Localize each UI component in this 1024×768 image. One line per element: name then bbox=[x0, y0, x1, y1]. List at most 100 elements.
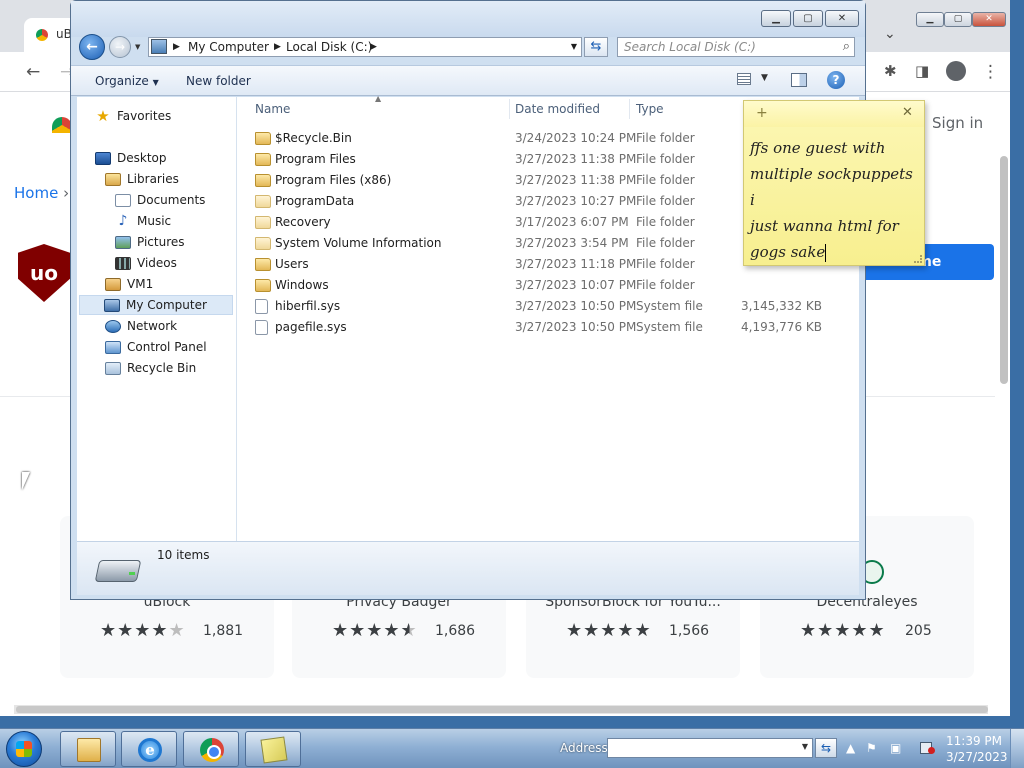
back-arrow-icon[interactable]: ← bbox=[26, 62, 40, 82]
help-icon[interactable]: ? bbox=[827, 71, 845, 89]
column-header-date-modified[interactable]: Date modified bbox=[515, 97, 627, 121]
column-divider[interactable] bbox=[509, 99, 510, 119]
taskbar-address-input[interactable]: ▼ bbox=[607, 738, 813, 758]
chrome-web-store-logo-icon[interactable] bbox=[52, 117, 72, 133]
chevron-down-icon[interactable]: ▼ bbox=[802, 742, 808, 751]
show-desktop-button[interactable] bbox=[1010, 729, 1024, 768]
nav-item-label[interactable]: Favorites bbox=[117, 109, 171, 123]
address-segment-root[interactable]: My Computer bbox=[188, 38, 269, 56]
clock-time[interactable]: 11:39 PM bbox=[946, 734, 1002, 748]
side-panel-icon[interactable]: ◨ bbox=[915, 62, 929, 80]
taskbar-chrome-button[interactable] bbox=[183, 731, 239, 767]
nav-item-label[interactable]: VM1 bbox=[127, 277, 153, 291]
file-row[interactable]: Windows 3/27/2023 10:07 PM File folder bbox=[247, 275, 833, 296]
nav-item-pictures[interactable]: Pictures bbox=[115, 233, 185, 253]
taskbar-explorer-button[interactable] bbox=[60, 731, 116, 767]
show-hidden-icons-chevron-icon[interactable]: ▲ bbox=[846, 741, 855, 755]
file-name[interactable]: Program Files (x86) bbox=[275, 170, 391, 191]
taskbar-sticky-notes-button[interactable] bbox=[245, 731, 301, 767]
sticky-note[interactable]: + ✕ ffs one guest with multiple sockpupp… bbox=[743, 100, 925, 266]
nav-item-network[interactable]: Network bbox=[105, 317, 177, 337]
breadcrumb-arrow-icon[interactable]: ▶ bbox=[274, 38, 281, 56]
nav-item-label[interactable]: Pictures bbox=[137, 235, 185, 249]
new-note-plus-icon[interactable]: + bbox=[756, 105, 768, 121]
nav-item-label[interactable]: Libraries bbox=[127, 172, 179, 186]
sticky-note-header[interactable] bbox=[744, 101, 924, 127]
column-header-type[interactable]: Type bbox=[636, 97, 726, 121]
file-name[interactable]: Users bbox=[275, 254, 309, 275]
file-name[interactable]: ProgramData bbox=[275, 191, 354, 212]
nav-item-music[interactable]: ♪ Music bbox=[115, 212, 172, 232]
sticky-line[interactable]: multiple sockpuppets i bbox=[750, 161, 922, 213]
file-row[interactable]: pagefile.sys 3/27/2023 10:50 PM System fil… bbox=[247, 317, 833, 338]
refresh-button[interactable]: ⇆ bbox=[584, 37, 608, 57]
sign-in-link[interactable]: Sign in bbox=[932, 114, 983, 132]
nav-item-label[interactable]: Recycle Bin bbox=[127, 361, 196, 375]
nav-item-videos[interactable]: Videos bbox=[115, 254, 177, 274]
organize-label[interactable]: Organize bbox=[95, 74, 149, 88]
clock-date[interactable]: 3/27/2023 bbox=[946, 750, 1008, 764]
file-row[interactable]: hiberfil.sys 3/27/2023 10:50 PM System fil… bbox=[247, 296, 833, 317]
address-segment-current[interactable]: Local Disk (C:) bbox=[286, 38, 372, 56]
taskbar-address-go-button[interactable]: ⇆ bbox=[815, 738, 837, 758]
start-button[interactable] bbox=[6, 731, 42, 767]
file-name[interactable]: Recovery bbox=[275, 212, 331, 233]
preview-pane-icon[interactable] bbox=[791, 73, 807, 87]
chrome-vertical-scrollbar[interactable] bbox=[1000, 156, 1008, 384]
back-button[interactable]: ← bbox=[79, 34, 105, 60]
close-icon[interactable]: ✕ bbox=[902, 105, 913, 120]
column-divider[interactable] bbox=[629, 99, 630, 119]
resize-grip-icon[interactable] bbox=[914, 255, 922, 263]
nav-item-control-panel[interactable]: Control Panel bbox=[105, 338, 207, 358]
nav-item-label[interactable]: Videos bbox=[137, 256, 177, 270]
view-options-chevron-icon[interactable]: ▼ bbox=[761, 73, 768, 83]
taskbar-ie-button[interactable]: e bbox=[121, 731, 177, 767]
search-icon[interactable]: ⌕ bbox=[843, 39, 850, 54]
chrome-minimize-button[interactable]: ▁ bbox=[916, 12, 944, 27]
nav-item-vm1[interactable]: VM1 bbox=[105, 275, 153, 295]
explorer-titlebar[interactable] bbox=[71, 1, 865, 37]
recent-pages-chevron-icon[interactable]: ▼ bbox=[135, 43, 140, 51]
column-header-name[interactable]: Name bbox=[255, 97, 505, 121]
chrome-close-button[interactable]: ✕ bbox=[972, 12, 1006, 27]
extensions-puzzle-icon[interactable]: ✱ bbox=[884, 62, 897, 80]
breadcrumb-home[interactable]: Home › bbox=[14, 184, 69, 202]
nav-item-libraries[interactable]: Libraries bbox=[105, 170, 179, 190]
explorer-maximize-button[interactable]: ▢ bbox=[793, 10, 823, 27]
nav-item-label[interactable]: Documents bbox=[137, 193, 205, 207]
action-center-flag-icon[interactable]: ⚑ bbox=[866, 741, 877, 755]
nav-item-label[interactable]: Music bbox=[137, 214, 171, 228]
nav-item-label[interactable]: Desktop bbox=[117, 151, 167, 165]
sticky-line[interactable]: gogs sake bbox=[750, 243, 825, 261]
breadcrumb-arrow-icon[interactable]: ▶ bbox=[173, 38, 180, 56]
profile-avatar[interactable] bbox=[946, 61, 966, 81]
tab-search-chevron-icon[interactable]: ⌄ bbox=[884, 26, 896, 42]
nav-item-label[interactable]: Network bbox=[127, 319, 177, 333]
nav-item-label[interactable]: My Computer bbox=[126, 298, 207, 312]
chrome-horizontal-scrollbar[interactable] bbox=[16, 706, 988, 713]
chrome-maximize-button[interactable]: ▢ bbox=[944, 12, 972, 27]
sticky-line[interactable]: just wanna html for bbox=[750, 213, 922, 239]
breadcrumb-arrow-icon[interactable]: ▶ bbox=[370, 38, 377, 56]
nav-item-favorites[interactable]: ★ Favorites bbox=[95, 107, 171, 127]
explorer-minimize-button[interactable]: ▁ bbox=[761, 10, 791, 27]
file-name[interactable]: pagefile.sys bbox=[275, 317, 347, 338]
change-view-icon[interactable] bbox=[737, 73, 751, 85]
forward-button[interactable]: → bbox=[109, 36, 131, 58]
explorer-close-button[interactable]: ✕ bbox=[825, 10, 859, 27]
file-name[interactable]: System Volume Information bbox=[275, 233, 441, 254]
new-folder-button[interactable]: New folder bbox=[186, 74, 251, 88]
sticky-line-last[interactable]: gogs sake bbox=[750, 239, 922, 265]
sticky-note-text[interactable]: ffs one guest with multiple sockpuppets … bbox=[750, 135, 922, 265]
sticky-line[interactable]: ffs one guest with bbox=[750, 135, 922, 161]
chrome-menu-icon[interactable]: ⋮ bbox=[982, 62, 999, 82]
organize-button[interactable]: Organize ▼ bbox=[95, 74, 159, 88]
file-name[interactable]: Program Files bbox=[275, 149, 356, 170]
nav-item-my-computer[interactable]: My Computer bbox=[79, 295, 233, 315]
file-name[interactable]: Windows bbox=[275, 275, 329, 296]
nav-item-recycle-bin[interactable]: Recycle Bin bbox=[105, 359, 196, 379]
file-name[interactable]: hiberfil.sys bbox=[275, 296, 340, 317]
address-history-chevron-icon[interactable]: ▼ bbox=[571, 38, 577, 56]
nav-item-desktop[interactable]: Desktop bbox=[95, 149, 167, 169]
breadcrumb-home-label[interactable]: Home bbox=[14, 184, 58, 202]
